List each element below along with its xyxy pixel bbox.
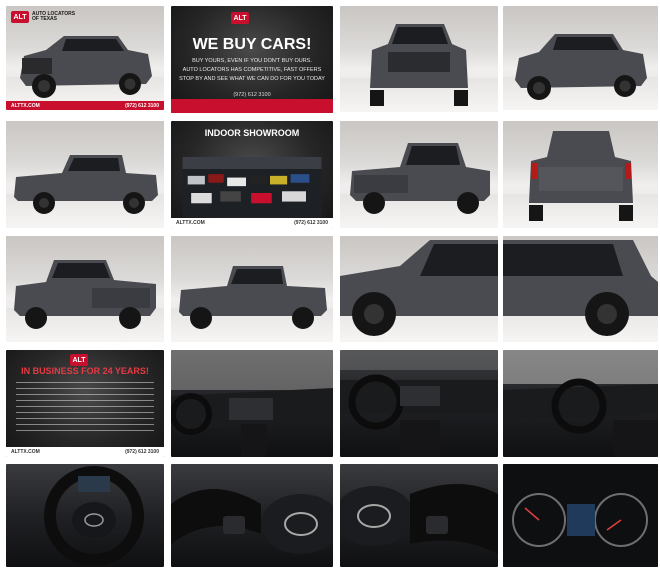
truck-side-closeup-image <box>340 240 498 336</box>
promo-body-text <box>16 382 154 432</box>
truck-front-quarter-image <box>20 36 152 98</box>
photo-thumbnail-1[interactable]: ALT AUTO LOCATORS OF TEXAS ALTTX.COM (97… <box>6 6 164 110</box>
steering-wheel-controls-image <box>340 484 498 554</box>
photo-thumbnail-15[interactable] <box>340 350 498 457</box>
promo-headline: WE BUY CARS! <box>192 36 312 53</box>
footer-phone: (972) 612 3100 <box>294 220 328 226</box>
footer-site: ALTTX.COM <box>11 449 40 455</box>
instrument-cluster-image <box>503 464 658 567</box>
dashboard-image <box>171 350 333 457</box>
truck-rear-quarter-image <box>14 260 156 329</box>
photo-thumbnail-8[interactable] <box>503 121 658 228</box>
promo-line-1: BUY YOURS, EVEN IF YOU DON'T BUY OURS. <box>192 58 312 64</box>
logo-badge: ALT <box>70 354 88 366</box>
dashboard-image <box>503 350 658 457</box>
promo-indoor-showroom[interactable]: INDOOR SHOWROOM ALTTX.COM (972) 612 3100 <box>171 121 333 228</box>
truck-front-quarter-image <box>515 34 647 100</box>
footer-bar: ALTTX.COM (972) 612 3100 <box>171 218 333 228</box>
dealer-logo: ALT <box>70 354 88 366</box>
photo-thumbnail-19[interactable] <box>340 464 498 567</box>
truck-side-image <box>179 266 327 329</box>
promo-we-buy-cars[interactable]: ALT WE BUY CARS! BUY YOURS, EVEN IF YOU … <box>171 6 333 113</box>
photo-thumbnail-7[interactable] <box>340 121 498 228</box>
photo-thumbnail-20[interactable] <box>503 464 658 567</box>
truck-rear-image <box>529 131 633 221</box>
promo-red-bar <box>171 99 333 113</box>
promo-line-2: AUTO LOCATORS HAS COMPETITIVE, FAST OFFE… <box>182 67 322 73</box>
footer-site: ALTTX.COM <box>11 102 40 109</box>
photo-thumbnail-11[interactable] <box>340 236 498 342</box>
footer-bar: ALTTX.COM (972) 612 3100 <box>6 101 164 110</box>
showroom-photo <box>182 157 322 217</box>
footer-phone: (972) 612 3100 <box>125 102 159 109</box>
steering-wheel-image <box>44 466 144 566</box>
footer-bar: ALTTX.COM (972) 612 3100 <box>6 447 164 457</box>
photo-thumbnail-4[interactable] <box>503 6 658 110</box>
logo-badge: ALT <box>231 12 249 24</box>
promo-headline: INDOOR SHOWROOM <box>204 128 300 138</box>
photo-thumbnail-18[interactable] <box>171 464 333 567</box>
dealer-logo: ALT <box>231 12 249 24</box>
promo-line-3: STOP BY AND SEE WHAT WE CAN DO FOR YOU T… <box>179 76 325 82</box>
promo-phone: (972) 612 3100 <box>233 92 271 98</box>
dashboard-image <box>340 350 498 457</box>
truck-rear-quarter-image <box>350 143 490 214</box>
photo-gallery-grid: ALT AUTO LOCATORS OF TEXAS ALTTX.COM (97… <box>0 0 660 569</box>
photo-thumbnail-17[interactable] <box>6 464 164 567</box>
footer-site: ALTTX.COM <box>176 220 205 226</box>
truck-side-image <box>14 155 158 214</box>
truck-side-closeup-image <box>503 240 658 336</box>
photo-thumbnail-3[interactable] <box>340 6 498 112</box>
footer-phone: (972) 612 3100 <box>125 449 159 455</box>
promo-in-business[interactable]: ALT IN BUSINESS FOR 24 YEARS! ALTTX.COM … <box>6 350 164 457</box>
photo-thumbnail-9[interactable] <box>6 236 164 342</box>
photo-thumbnail-5[interactable] <box>6 121 164 228</box>
steering-wheel-controls-image <box>171 489 333 554</box>
photo-thumbnail-16[interactable] <box>503 350 658 457</box>
photo-thumbnail-14[interactable] <box>171 350 333 457</box>
promo-headline: IN BUSINESS FOR 24 YEARS! <box>21 366 149 376</box>
photo-thumbnail-10[interactable] <box>171 236 333 342</box>
truck-front-image <box>370 24 468 106</box>
photo-thumbnail-12[interactable] <box>503 236 658 342</box>
